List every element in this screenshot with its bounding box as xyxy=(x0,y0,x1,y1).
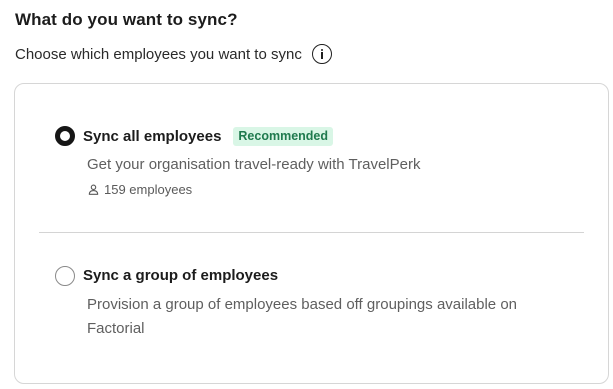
recommended-badge: Recommended xyxy=(233,127,334,146)
subheading-row: Choose which employees you want to sync xyxy=(15,44,332,64)
sync-options-card: Sync all employees Recommended Get your … xyxy=(14,83,609,384)
option-title: Sync all employees xyxy=(83,128,222,145)
radio-sync-group-of-employees[interactable] xyxy=(55,266,75,286)
info-icon[interactable] xyxy=(311,44,332,64)
page-title: What do you want to sync? xyxy=(15,10,238,29)
option-title: Sync a group of employees xyxy=(83,267,279,284)
employee-count-text: 159 employees xyxy=(104,182,193,197)
radio-sync-all-employees[interactable] xyxy=(55,126,75,146)
option-title-row: Sync a group of employees xyxy=(83,267,278,284)
option-description: Provision a group of employees based off… xyxy=(87,296,518,337)
person-icon xyxy=(88,184,99,195)
divider xyxy=(39,232,584,233)
option-description: Get your organisation travel-ready with … xyxy=(87,156,421,173)
option-title-row: Sync all employees Recommended xyxy=(83,127,334,146)
subheading: Choose which employees you want to sync xyxy=(15,45,302,63)
employee-count: 159 employees xyxy=(88,182,192,197)
